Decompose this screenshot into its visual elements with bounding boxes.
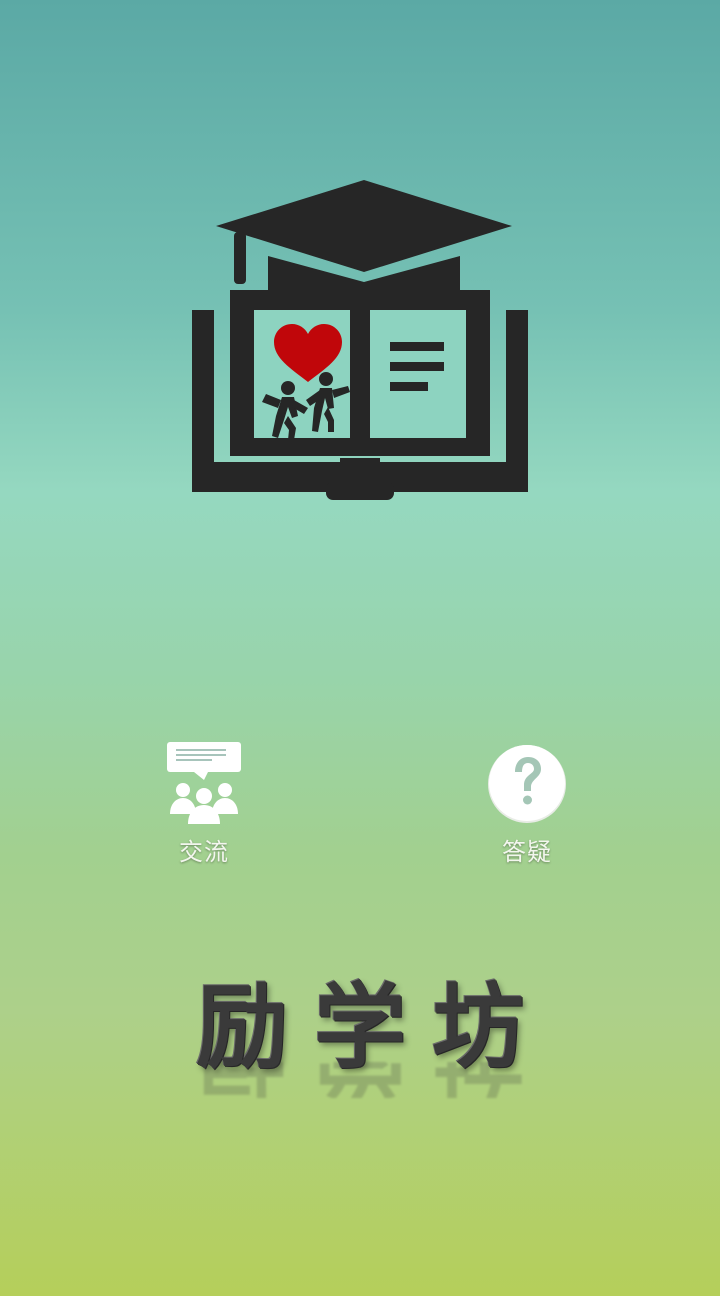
chat-button[interactable]: 交流 — [144, 740, 264, 867]
brand-logo: 励学坊 励学坊 — [0, 974, 720, 1099]
group-chat-icon — [164, 740, 244, 826]
qa-button[interactable]: 答疑 — [467, 740, 587, 867]
graduation-book-icon — [192, 180, 528, 500]
brand-title: 励学坊 — [195, 974, 550, 1081]
app-logo — [188, 176, 532, 504]
qa-label: 答疑 — [502, 838, 552, 866]
chat-label: 交流 — [179, 838, 229, 866]
brand-title-reflection: 励学坊 — [0, 1062, 720, 1098]
question-icon — [487, 740, 567, 826]
